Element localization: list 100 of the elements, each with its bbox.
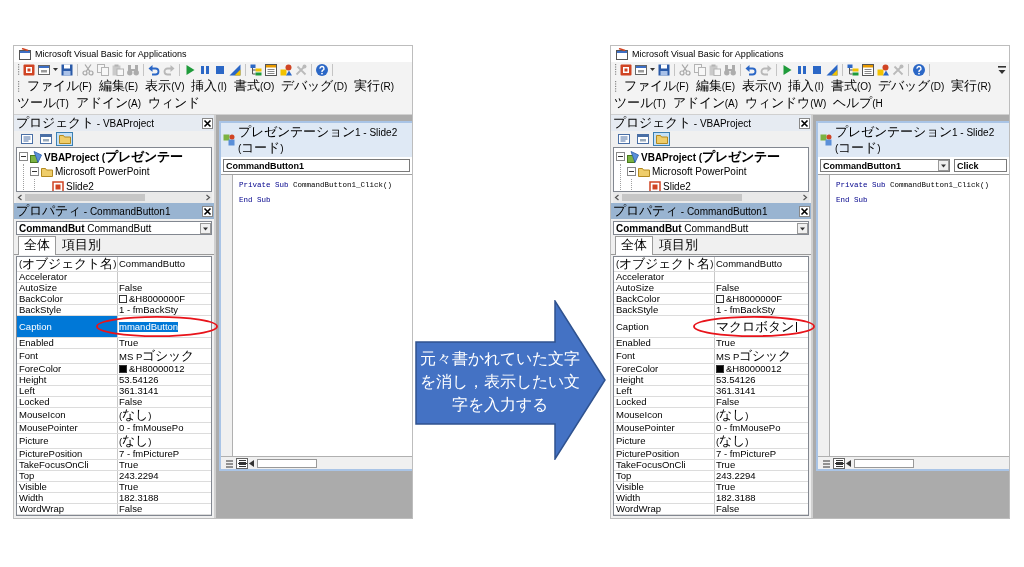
properties-tab[interactable]: 全体 <box>615 236 653 255</box>
property-value[interactable]: True <box>716 338 736 348</box>
property-name[interactable]: Font <box>614 349 715 363</box>
property-name[interactable]: Enabled <box>614 338 715 348</box>
property-value[interactable]: True <box>716 460 736 470</box>
property-value[interactable]: (なし) <box>716 408 749 422</box>
undo-icon[interactable] <box>148 63 160 76</box>
property-name[interactable]: Top <box>614 471 715 481</box>
menu-item[interactable]: 実行(R) <box>354 78 395 95</box>
property-value[interactable]: 1 - fmBackSty <box>119 305 179 315</box>
caret-icon[interactable] <box>53 68 58 71</box>
property-name[interactable]: MouseIcon <box>17 408 118 422</box>
tree-item[interactable]: VBAProject (プレゼンテー <box>44 148 184 165</box>
property-name[interactable]: Picture <box>17 434 118 448</box>
pause-icon[interactable] <box>796 63 808 76</box>
scrollbar-thumb[interactable] <box>25 194 146 201</box>
property-value[interactable]: 53.54126 <box>716 375 756 385</box>
menu-item[interactable]: アドイン(A) <box>75 95 142 112</box>
app-icon[interactable] <box>620 63 632 76</box>
property-sheet-icon[interactable] <box>265 63 277 76</box>
toolbar-grip[interactable] <box>614 64 617 75</box>
property-value[interactable]: (なし) <box>119 434 152 448</box>
property-name[interactable]: BackStyle <box>17 305 118 315</box>
property-name[interactable]: Locked <box>17 397 118 407</box>
close-icon[interactable] <box>202 117 213 129</box>
property-value[interactable]: False <box>119 283 143 293</box>
scrollbar-thumb[interactable] <box>622 194 743 201</box>
property-name[interactable]: TakeFocusOnCli <box>17 460 118 470</box>
property-name[interactable]: PicturePosition <box>17 449 118 459</box>
property-value[interactable]: False <box>119 504 143 514</box>
app-icon[interactable] <box>23 63 35 76</box>
property-name[interactable]: Accelerator <box>17 272 118 282</box>
property-value[interactable]: (なし) <box>119 408 152 422</box>
property-name[interactable]: Left <box>17 386 118 396</box>
collapse-icon[interactable] <box>627 167 636 176</box>
scroll-right-icon[interactable] <box>205 194 211 201</box>
stop-icon[interactable] <box>811 63 823 76</box>
menu-item[interactable]: 書式(O) <box>830 78 872 95</box>
menu-item[interactable]: 表示(V) <box>742 78 782 95</box>
view-object-button[interactable] <box>634 132 651 146</box>
help-icon[interactable] <box>913 63 925 76</box>
view-object-button[interactable] <box>37 132 54 146</box>
caret-icon[interactable] <box>650 68 655 71</box>
property-value[interactable]: False <box>716 283 740 293</box>
property-value[interactable]: False <box>119 397 143 407</box>
property-name[interactable]: (オブジェクト名) <box>614 257 715 271</box>
property-value[interactable]: 7 - fmPictureP <box>716 449 777 459</box>
tree-item[interactable]: Microsoft PowerPoint <box>55 164 150 179</box>
menu-item[interactable]: ウィンド <box>148 95 201 112</box>
property-name[interactable]: BackColor <box>614 294 715 304</box>
save-icon[interactable] <box>61 63 73 76</box>
property-name[interactable]: (オブジェクト名) <box>17 257 118 271</box>
shapes-icon[interactable] <box>877 63 889 76</box>
scroll-left-icon[interactable] <box>614 194 620 201</box>
property-name[interactable]: BackStyle <box>614 305 715 315</box>
property-value[interactable]: False <box>716 397 740 407</box>
undo-icon[interactable] <box>745 63 757 76</box>
object-dropdown[interactable]: CommandBut CommandButt <box>16 221 212 235</box>
property-name[interactable]: Caption <box>17 316 118 337</box>
menu-item[interactable]: 編集(E) <box>695 78 736 95</box>
property-name[interactable]: WordWrap <box>17 504 118 514</box>
property-value[interactable]: 243.2294 <box>716 471 756 481</box>
property-name[interactable]: TakeFocusOnCli <box>614 460 715 470</box>
module-view-button[interactable] <box>236 457 248 469</box>
property-value[interactable]: 7 - fmPictureP <box>119 449 180 459</box>
property-name[interactable]: BackColor <box>17 294 118 304</box>
menu-item[interactable]: ウィンドウ(W) <box>745 95 827 112</box>
menu-item[interactable]: 挿入(I) <box>788 78 824 95</box>
property-value[interactable]: (なし) <box>716 434 749 448</box>
tree-item[interactable]: VBAProject (プレゼンテー <box>641 148 781 165</box>
view-code-button[interactable] <box>615 132 632 146</box>
toolbar-grip[interactable] <box>17 64 20 75</box>
form-icon[interactable] <box>635 63 647 76</box>
property-name[interactable]: MouseIcon <box>614 408 715 422</box>
property-name[interactable]: Height <box>17 375 118 385</box>
properties-tab[interactable]: 項目別 <box>653 236 704 254</box>
procedure-dropdown[interactable]: Click <box>954 159 1007 172</box>
property-name[interactable]: AutoSize <box>614 283 715 293</box>
scroll-left-icon[interactable] <box>17 194 23 201</box>
property-value[interactable]: 361.3141 <box>119 386 159 396</box>
property-name[interactable]: Height <box>614 375 715 385</box>
property-name[interactable]: PicturePosition <box>614 449 715 459</box>
menu-item[interactable]: 実行(R) <box>951 78 992 95</box>
property-name[interactable]: Width <box>17 493 118 503</box>
property-value[interactable]: MS Pゴシック <box>716 349 792 363</box>
property-name[interactable]: Enabled <box>17 338 118 348</box>
property-value[interactable]: 0 - fmMousePo <box>716 423 781 433</box>
property-value[interactable]: mmandButton <box>119 321 179 332</box>
menu-grip[interactable] <box>17 81 20 92</box>
property-value[interactable]: True <box>716 482 736 492</box>
play-icon[interactable] <box>184 63 196 76</box>
toggle-folders-button[interactable] <box>653 132 670 146</box>
menu-item[interactable]: 表示(V) <box>145 78 185 95</box>
tree-view-icon[interactable] <box>250 63 262 76</box>
property-value[interactable]: True <box>119 338 139 348</box>
property-value[interactable]: &H8000000F <box>726 294 782 304</box>
property-name[interactable]: Font <box>17 349 118 363</box>
tree-item[interactable]: Slide2 <box>66 179 94 191</box>
stop-icon[interactable] <box>214 63 226 76</box>
menu-item[interactable]: ヘルプ(H <box>833 95 883 112</box>
